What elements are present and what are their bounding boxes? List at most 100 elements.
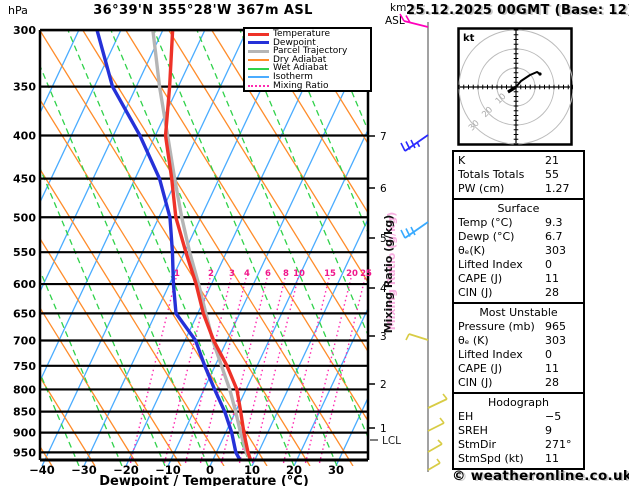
svg-text:2: 2: [380, 379, 387, 391]
svg-text:15: 15: [324, 269, 336, 279]
svg-text:950: 950: [13, 446, 36, 459]
table-row-value: 965: [545, 320, 566, 333]
wind-barb-3km: [405, 333, 429, 341]
table-row-value: 11: [545, 362, 559, 375]
hodograph-unit-label: kt: [463, 33, 475, 44]
svg-text:400: 400: [13, 130, 36, 143]
table-row: Dewp (°C) 6.7: [458, 230, 579, 244]
table-row: Lifted Index 0: [458, 348, 579, 362]
svg-text:750: 750: [13, 360, 36, 373]
svg-text:Mixing Ratio (g/kg): Mixing Ratio (g/kg): [382, 215, 395, 334]
table-row-label: CIN (J): [458, 286, 493, 299]
table-row: Lifted Index 0: [458, 258, 579, 272]
table-section: K 21 Totals Totals 55 PW (cm) 1.27: [452, 150, 585, 200]
svg-text:km: km: [390, 2, 406, 14]
table-section-title: Surface: [497, 202, 540, 215]
table-row-label: Totals Totals: [458, 168, 525, 181]
svg-text:25: 25: [360, 269, 372, 279]
svg-text:500: 500: [13, 211, 36, 224]
table-row-label: StmSpd (kt): [458, 452, 524, 465]
table-row-value: 0: [545, 258, 552, 271]
table-section-title: Hodograph: [488, 396, 549, 409]
skewt-chart: hPa kmASL30035040045050055060065070075080…: [8, 2, 448, 486]
svg-text:−30: −30: [71, 463, 97, 477]
table-row: SREH 9: [458, 424, 579, 438]
table-row: θₑ(K) 303: [458, 244, 579, 258]
datetime-title: 25.12.2025 00GMT (Base: 12): [406, 3, 629, 18]
table-row: StmDir 271°: [458, 438, 579, 452]
wind-barb-925: [427, 439, 443, 453]
table-row-label: CIN (J): [458, 376, 493, 389]
svg-text:550: 550: [13, 246, 36, 259]
table-row-value: 11: [545, 452, 559, 465]
svg-text:350: 350: [13, 81, 36, 94]
table-row-value: 21: [545, 154, 559, 167]
wind-barb-900: [427, 417, 445, 432]
table-section-title: Most Unstable: [479, 306, 558, 319]
svg-text:30: 30: [328, 463, 344, 477]
svg-text:−40: −40: [29, 463, 55, 477]
table-row-label: θₑ(K): [458, 244, 486, 257]
svg-text:1: 1: [174, 269, 180, 279]
svg-text:300: 300: [13, 24, 36, 37]
wind-barb-column: [399, 13, 448, 472]
table-row-value: 55: [545, 168, 559, 181]
svg-text:1: 1: [380, 423, 387, 435]
table-row: Totals Totals 55: [458, 168, 579, 182]
table-row: Pressure (mb) 965: [458, 320, 579, 334]
sounding-app: 36°39'N 355°28'W 367m ASL 25.12.2025 00G…: [0, 0, 629, 486]
wind-barb-7km: [400, 134, 429, 152]
hodograph: 102030kt: [457, 27, 573, 146]
table-row-value: 0: [545, 348, 552, 361]
table-row-value: −5: [545, 410, 562, 423]
legend-item: Mixing Ratio: [248, 80, 370, 91]
sounding-curves: [95, 30, 252, 460]
lcl-label: LCL: [382, 435, 401, 447]
svg-text:650: 650: [13, 307, 36, 320]
indices-table: K 21 Totals Totals 55 PW (cm) 1.27 Surface Temp…: [452, 150, 585, 470]
table-row-label: EH: [458, 410, 474, 423]
table-row: StmSpd (kt) 11: [458, 452, 579, 466]
legend-line-sample: [248, 76, 269, 79]
table-row-label: Pressure (mb): [458, 320, 535, 333]
wind-barb-850: [427, 393, 448, 409]
legend-line-sample: [248, 67, 269, 70]
table-row: CIN (J) 28: [458, 376, 579, 390]
table-row-value: 28: [545, 376, 559, 389]
plot-border: [38, 28, 370, 462]
svg-text:10: 10: [293, 269, 305, 279]
table-row: PW (cm) 1.27: [458, 182, 579, 196]
table-row-value: 6.7: [545, 230, 563, 243]
table-row: Temp (°C) 9.3: [458, 216, 579, 230]
table-row-label: Temp (°C): [458, 216, 513, 229]
svg-text:900: 900: [13, 427, 36, 440]
table-row-label: PW (cm): [458, 182, 505, 195]
table-row-value: 9.3: [545, 216, 563, 229]
station-title: 36°39'N 355°28'W 367m ASL: [93, 3, 313, 18]
table-row-label: Lifted Index: [458, 258, 523, 271]
table-row-value: 271°: [545, 438, 572, 451]
table-row-value: 1.27: [545, 182, 570, 195]
svg-text:4: 4: [244, 269, 250, 279]
table-row: EH −5: [458, 410, 579, 424]
table-row-label: K: [458, 154, 466, 167]
credit-text: © weatheronline.co.uk: [452, 468, 629, 484]
svg-text:3: 3: [229, 269, 235, 279]
legend-line-sample: [248, 59, 269, 62]
table-row: K 21: [458, 154, 579, 168]
table-section: Surface Temp (°C) 9.3 Dewp (°C) 6.7 θₑ(K) 303 L…: [452, 198, 585, 304]
legend-line-sample: [248, 41, 269, 45]
svg-text:Dewpoint / Temperature (°C): Dewpoint / Temperature (°C): [99, 474, 309, 486]
legend-line-sample: [248, 49, 269, 53]
table-row-value: 11: [545, 272, 559, 285]
legend-line-sample: [248, 32, 269, 36]
table-row-label: StmDir: [458, 438, 497, 451]
table-section: Hodograph EH −5 SREH 9 StmDir 271° StmSpd (kt) 1…: [452, 392, 585, 470]
svg-text:700: 700: [13, 335, 36, 348]
table-row-label: CAPE (J): [458, 362, 503, 375]
svg-text:8: 8: [283, 269, 289, 279]
table-row-label: CAPE (J): [458, 272, 503, 285]
table-row: CAPE (J) 11: [458, 362, 579, 376]
legend-label: Mixing Ratio: [273, 80, 329, 91]
wind-barb-950: [427, 458, 441, 471]
